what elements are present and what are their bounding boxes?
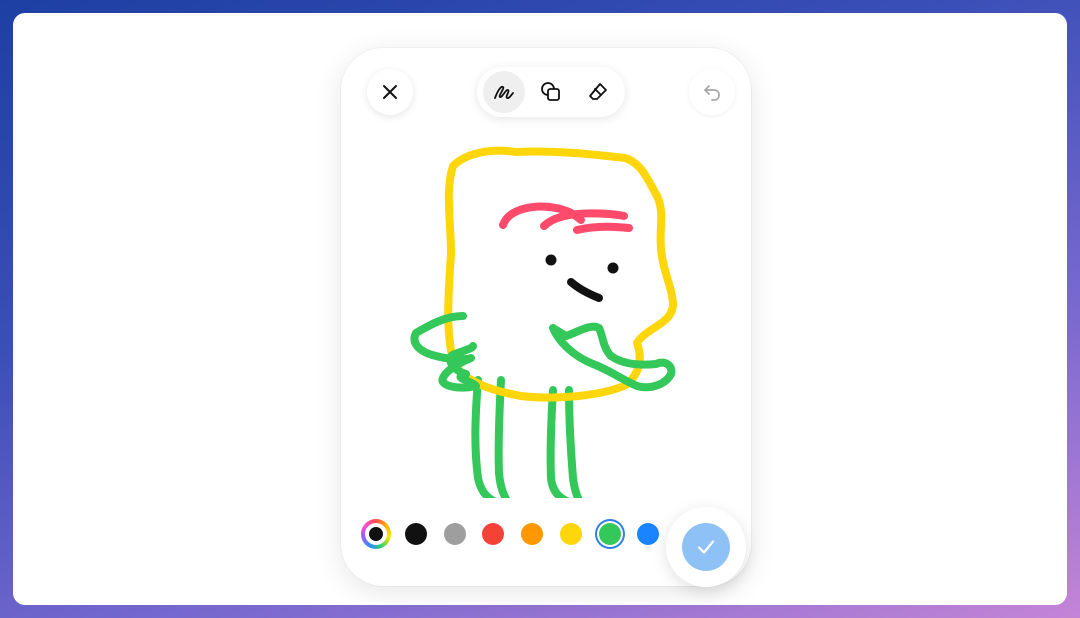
color-palette xyxy=(359,518,660,550)
pen-tool-button[interactable] xyxy=(483,71,526,113)
close-icon xyxy=(383,85,397,99)
custom-color-button[interactable] xyxy=(361,519,391,549)
shapes-tool-button[interactable] xyxy=(530,71,572,113)
color-swatch[interactable] xyxy=(405,523,427,545)
eraser-icon xyxy=(588,83,607,100)
app-frame xyxy=(13,13,1067,605)
drawing-panel xyxy=(341,48,751,587)
color-swatch[interactable] xyxy=(443,523,466,545)
eraser-tool-button[interactable] xyxy=(577,71,619,113)
color-swatch[interactable] xyxy=(598,523,621,545)
done-button-ring xyxy=(666,507,746,587)
pen-scribble-icon xyxy=(494,85,515,100)
close-button[interactable] xyxy=(367,69,413,115)
undo-icon xyxy=(704,85,720,101)
face-stroke xyxy=(545,254,619,302)
color-swatch[interactable] xyxy=(521,523,544,545)
tool-selector xyxy=(477,67,625,117)
current-color-dot xyxy=(369,527,383,541)
color-swatch[interactable] xyxy=(637,523,660,545)
checkmark-icon xyxy=(697,540,715,554)
undo-button[interactable] xyxy=(689,69,735,115)
drawing-canvas[interactable] xyxy=(341,128,751,498)
done-button[interactable] xyxy=(682,523,730,571)
hair-stroke xyxy=(499,202,633,234)
color-swatch[interactable] xyxy=(559,523,582,545)
color-wheel-icon xyxy=(365,523,387,545)
color-swatch[interactable] xyxy=(482,523,505,545)
right-arm-stroke xyxy=(549,322,676,392)
body-stroke xyxy=(444,146,677,402)
shapes-icon xyxy=(541,82,560,101)
